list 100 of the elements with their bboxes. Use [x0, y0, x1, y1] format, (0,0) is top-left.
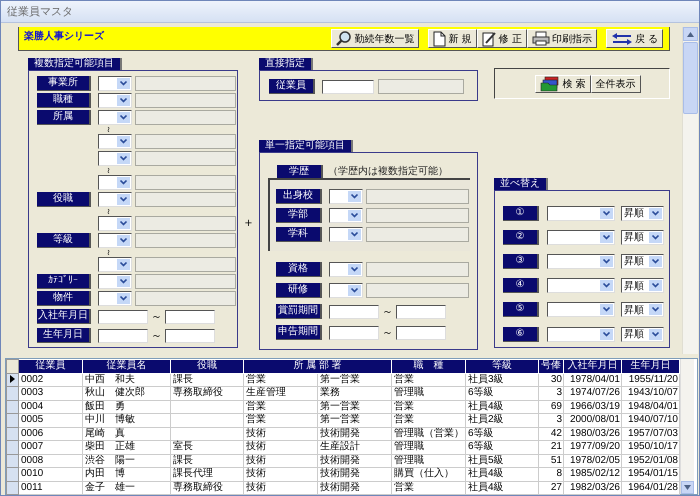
scrollbar[interactable] [680, 359, 694, 494]
dropdown[interactable] [547, 206, 615, 221]
grid-corner-cell [6, 360, 18, 373]
search-button[interactable]: 全件表示 [590, 74, 641, 92]
sort-order-dropdown[interactable]: 昇順 [621, 326, 664, 342]
dropdown[interactable] [98, 76, 132, 91]
field-label: 研修 [276, 283, 322, 298]
dropdown[interactable] [98, 151, 132, 166]
sort-key-label: ① [503, 206, 539, 221]
toolbar-button[interactable]: 新 規 [428, 29, 477, 48]
table-cell: 第一営業 [320, 374, 360, 385]
dropdown[interactable] [547, 254, 615, 269]
column-header[interactable]: 従業員名 [82, 360, 170, 373]
table-cell: 0005 [21, 414, 44, 426]
dropdown[interactable] [329, 262, 363, 277]
dropdown[interactable] [98, 216, 132, 231]
dropdown[interactable] [98, 134, 132, 149]
dropdown[interactable] [547, 230, 615, 245]
input-field[interactable] [329, 326, 379, 340]
input-field[interactable] [396, 304, 446, 318]
dropdown[interactable] [98, 291, 132, 306]
range-separator: ～ [151, 309, 162, 324]
row-selector[interactable] [6, 373, 18, 386]
field-label: 資格 [276, 262, 322, 277]
window-title: 従業員マスタ [7, 4, 73, 19]
sort-order-dropdown[interactable]: 昇順 [621, 278, 664, 294]
table-cell: 中西 和夫 [85, 374, 135, 385]
table-cell: 社員4級 [468, 400, 504, 412]
table-cell: 社員5級 [468, 454, 504, 466]
dropdown[interactable] [329, 208, 363, 223]
column-header[interactable]: 入社年月日 [564, 360, 622, 373]
column-header[interactable]: 職 種 [392, 360, 466, 373]
table-cell: 購買（仕入） [394, 468, 454, 480]
input-field[interactable] [98, 328, 148, 342]
table-cell: 管理職（営業） [394, 428, 464, 439]
sort-order-dropdown[interactable]: 昇順 [621, 230, 664, 245]
input-field[interactable] [98, 310, 148, 324]
dropdown[interactable] [98, 257, 132, 272]
table-cell: 0004 [21, 400, 44, 412]
table-cell: 3 [556, 414, 562, 426]
dropdown[interactable] [547, 278, 615, 294]
table-cell: 21 [550, 441, 562, 452]
field-label: 所属 [37, 110, 91, 125]
column-header[interactable]: 等級 [466, 360, 538, 373]
dropdown[interactable] [329, 189, 363, 204]
scrollbar[interactable] [682, 27, 698, 354]
table-cell: 42 [550, 428, 562, 439]
dropdown[interactable] [98, 110, 132, 125]
column-header[interactable]: 号俸 [538, 360, 564, 373]
dropdown[interactable] [98, 175, 132, 190]
dropdown[interactable] [98, 274, 132, 289]
sort-order-dropdown[interactable]: 昇順 [621, 302, 664, 318]
toolbar-button[interactable]: 印刷指示 [526, 29, 597, 48]
toolbar-button[interactable]: 修 正 [476, 29, 527, 48]
dropdown[interactable] [98, 233, 132, 248]
sort-key-label: ⑤ [503, 302, 539, 318]
dropdown[interactable] [98, 93, 132, 108]
scroll-up-button[interactable] [683, 27, 698, 41]
table-cell: 1982/03/26 [570, 482, 620, 493]
table-cell: 1943/10/07 [628, 387, 678, 398]
table-cell: 金子 雄一 [85, 482, 135, 493]
toolbar-button[interactable]: 戻 る [606, 29, 663, 48]
table-cell: 1952/01/08 [628, 454, 678, 466]
dropdown[interactable] [547, 302, 615, 318]
scroll-down-button[interactable] [681, 481, 694, 494]
dropdown[interactable] [547, 326, 615, 342]
column-header[interactable]: 役職 [170, 360, 244, 373]
search-button[interactable]: 検 索 [535, 74, 591, 92]
input-field[interactable] [165, 328, 215, 342]
column-header[interactable]: 所 属 部 署 [244, 360, 392, 373]
dropdown[interactable] [329, 227, 363, 242]
input-field[interactable] [322, 80, 374, 94]
input-field[interactable] [329, 304, 379, 318]
input-field[interactable] [165, 310, 215, 324]
dropdown[interactable] [98, 192, 132, 207]
dropdown[interactable] [329, 283, 363, 298]
sort-order-dropdown[interactable]: 昇順 [621, 206, 664, 221]
table-cell: 中川 博敏 [85, 414, 135, 426]
field-label: 物件 [37, 291, 91, 306]
table-cell: 第一営業 [320, 414, 360, 426]
field-label: 入社年月日 [37, 309, 91, 324]
sort-order-dropdown[interactable]: 昇順 [621, 254, 664, 269]
table-cell: 1978/04/01 [570, 374, 620, 385]
table-cell: 1966/03/19 [570, 400, 620, 412]
table-cell: 社員4級 [468, 468, 504, 480]
table-cell: 技術 [246, 441, 266, 452]
column-header[interactable]: 生年月日 [622, 360, 680, 373]
scroll-thumb[interactable] [683, 42, 698, 114]
group-title: 直接指定 [259, 58, 313, 70]
table-cell: 専務取締役 [173, 482, 223, 493]
group-title: 単一指定可能項目 [259, 140, 353, 152]
range-mark: ～ [103, 125, 112, 134]
table-cell: 1955/11/20 [628, 374, 678, 385]
table-cell: 尾崎 真 [85, 428, 125, 439]
table-cell: 営業 [394, 400, 414, 412]
toolbar-button[interactable]: 勤続年数一覧 [331, 29, 420, 48]
column-header[interactable]: 従業員 [18, 360, 82, 373]
input-field[interactable] [396, 326, 446, 340]
folders-icon [540, 76, 560, 92]
table-cell: 技術 [246, 482, 266, 493]
